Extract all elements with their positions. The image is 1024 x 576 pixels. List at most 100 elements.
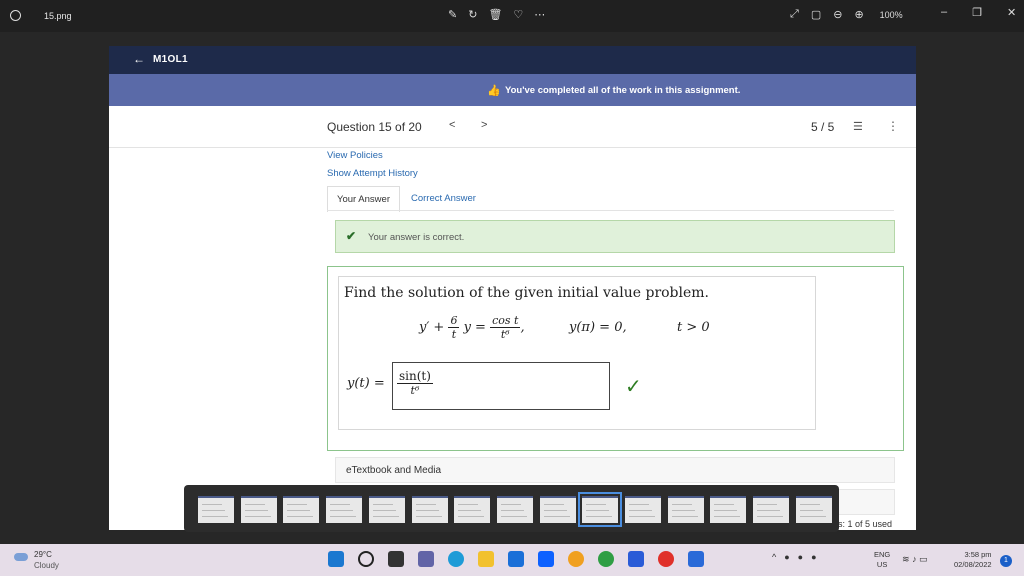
battery-icon: ▭ <box>919 554 928 564</box>
thumbnail-filmstrip <box>184 485 839 532</box>
thumbnail[interactable] <box>240 496 277 523</box>
photos-icon[interactable] <box>688 551 704 567</box>
viewer-toolbar: ✎ ↻ 🗑 ♡ ⋯ <box>448 8 545 21</box>
favorite-icon[interactable]: ♡ <box>513 8 523 21</box>
thumbnail[interactable] <box>496 496 533 523</box>
chrome-icon[interactable] <box>598 551 614 567</box>
completion-banner: 👍 You've completed all of the work in th… <box>109 74 916 106</box>
problem-card: Find the solution of the given initial v… <box>338 276 816 430</box>
completion-message: You've completed all of the work in this… <box>505 85 741 96</box>
store-icon[interactable] <box>628 551 644 567</box>
tray-app-icon[interactable]: ● <box>784 552 789 562</box>
coef-denominator: t <box>451 327 457 341</box>
volume-icon: ♪ <box>912 554 917 564</box>
mail-icon[interactable] <box>508 551 524 567</box>
rhs-denominator: t⁶ <box>500 327 510 341</box>
rhs-numerator: cos t <box>490 313 521 328</box>
thumbnail[interactable] <box>578 492 623 527</box>
tab-correct-answer[interactable]: Correct Answer <box>402 186 485 211</box>
window-controls: – ❐ ✕ <box>941 6 1016 19</box>
thumbs-up-icon: 👍 <box>487 85 501 97</box>
next-question-button[interactable]: > <box>481 119 487 131</box>
answer-input[interactable]: sin(t) t⁶ <box>392 362 610 410</box>
date: 02/08/2022 <box>954 560 992 569</box>
thumbnail[interactable] <box>539 496 576 523</box>
question-panel: Find the solution of the given initial v… <box>327 266 904 451</box>
system-tray: ^ ● ● ● <box>772 552 817 562</box>
search-icon[interactable] <box>358 551 374 567</box>
browser-icon[interactable] <box>568 551 584 567</box>
fit-icon[interactable]: ▢ <box>811 8 821 21</box>
notification-badge[interactable]: 1 <box>1000 555 1012 567</box>
answer-row: y(t) = sin(t) t⁶ ✓ <box>347 362 647 410</box>
zoom-in-icon[interactable]: ⊕ <box>854 8 863 21</box>
course-name[interactable]: M1OL1 <box>153 54 188 65</box>
language-indicator[interactable]: ENG US <box>874 550 890 570</box>
task-view-icon[interactable] <box>388 551 404 567</box>
rotate-icon[interactable]: ↻ <box>468 8 477 21</box>
zoom-level: 100% <box>879 9 903 20</box>
thumbnail[interactable] <box>326 496 363 523</box>
edit-icon[interactable]: ✎ <box>448 8 457 21</box>
previous-question-button[interactable]: < <box>449 119 455 131</box>
opera-icon[interactable] <box>658 551 674 567</box>
thumbnail[interactable] <box>368 496 405 523</box>
coef-numerator: 6 <box>448 313 460 328</box>
tab-your-answer[interactable]: Your Answer <box>327 186 400 212</box>
arrow-left-icon[interactable]: ← <box>133 52 145 66</box>
initial-condition: y(π) = 0, <box>569 319 627 335</box>
view-policies-link[interactable]: View Policies <box>327 150 383 161</box>
etextbook-section[interactable]: eTextbook and Media <box>335 457 895 483</box>
minimize-icon[interactable]: – <box>941 6 947 19</box>
start-icon[interactable] <box>328 551 344 567</box>
tab-divider <box>327 210 894 211</box>
thumbnail[interactable] <box>283 496 320 523</box>
clock[interactable]: 3:58 pm 02/08/2022 <box>954 550 992 570</box>
file-explorer-icon[interactable] <box>478 551 494 567</box>
tray-app-icon[interactable]: ● <box>811 552 816 562</box>
thumbnail[interactable] <box>710 496 747 523</box>
answer-denominator: t⁶ <box>410 384 420 397</box>
thumbnail[interactable] <box>198 496 234 523</box>
thumbnail[interactable] <box>753 496 790 523</box>
region-code: US <box>876 560 888 569</box>
tray-app-icon[interactable]: ● <box>798 552 803 562</box>
more-options-icon[interactable]: ⋯ <box>534 8 545 21</box>
differential-equation: y′ + 6 t y = cos t t⁶ , y(π) = 0, t > 0 <box>419 307 809 347</box>
question-score: 5 / 5 <box>811 120 835 134</box>
zoom-out-icon[interactable]: ⊖ <box>833 8 842 21</box>
thumbnail[interactable] <box>625 496 661 523</box>
course-header: ← M1OL1 <box>109 46 916 74</box>
thumbnail[interactable] <box>795 496 832 523</box>
thumbnail[interactable] <box>454 496 491 523</box>
expand-icon[interactable]: ⤢ <box>790 8 799 21</box>
network-sound-battery[interactable]: ≋ ♪ ▭ <box>902 554 928 565</box>
answer-numerator: sin(t) <box>397 369 433 384</box>
restore-icon[interactable]: ❐ <box>972 6 982 19</box>
question-list-icon[interactable]: ☰ <box>853 120 863 133</box>
delete-icon[interactable]: 🗑 <box>488 8 502 21</box>
problem-prompt: Find the solution of the given initial v… <box>344 285 710 301</box>
close-icon[interactable]: ✕ <box>1007 6 1016 19</box>
attempt-history-link[interactable]: Show Attempt History <box>327 168 418 179</box>
dropbox-icon[interactable] <box>538 551 554 567</box>
language-code: ENG <box>874 550 891 559</box>
more-menu-icon[interactable]: ⋮ <box>887 119 899 133</box>
wifi-icon: ≋ <box>902 554 910 564</box>
chevron-up-icon[interactable]: ^ <box>772 552 776 562</box>
cloud-icon <box>14 553 28 561</box>
viewer-controls: ⤢ ▢ ⊖ ⊕ 100% <box>790 8 903 21</box>
web-page: ← M1OL1 👍 You've completed all of the wo… <box>109 46 916 530</box>
etextbook-label: eTextbook and Media <box>346 465 442 476</box>
edge-icon[interactable] <box>448 551 464 567</box>
pinned-apps <box>328 551 704 567</box>
feedback-message: Your answer is correct. <box>368 232 465 243</box>
thumbnail[interactable] <box>411 496 448 523</box>
correct-check-icon: ✓ <box>625 374 642 398</box>
answer-label: y(t) = <box>347 376 385 391</box>
feedback-box: ✔ Your answer is correct. <box>335 220 895 253</box>
time: 3:58 pm <box>964 550 992 559</box>
teams-icon[interactable] <box>418 551 434 567</box>
thumbnail[interactable] <box>667 496 704 523</box>
file-name: 15.png <box>44 11 72 21</box>
